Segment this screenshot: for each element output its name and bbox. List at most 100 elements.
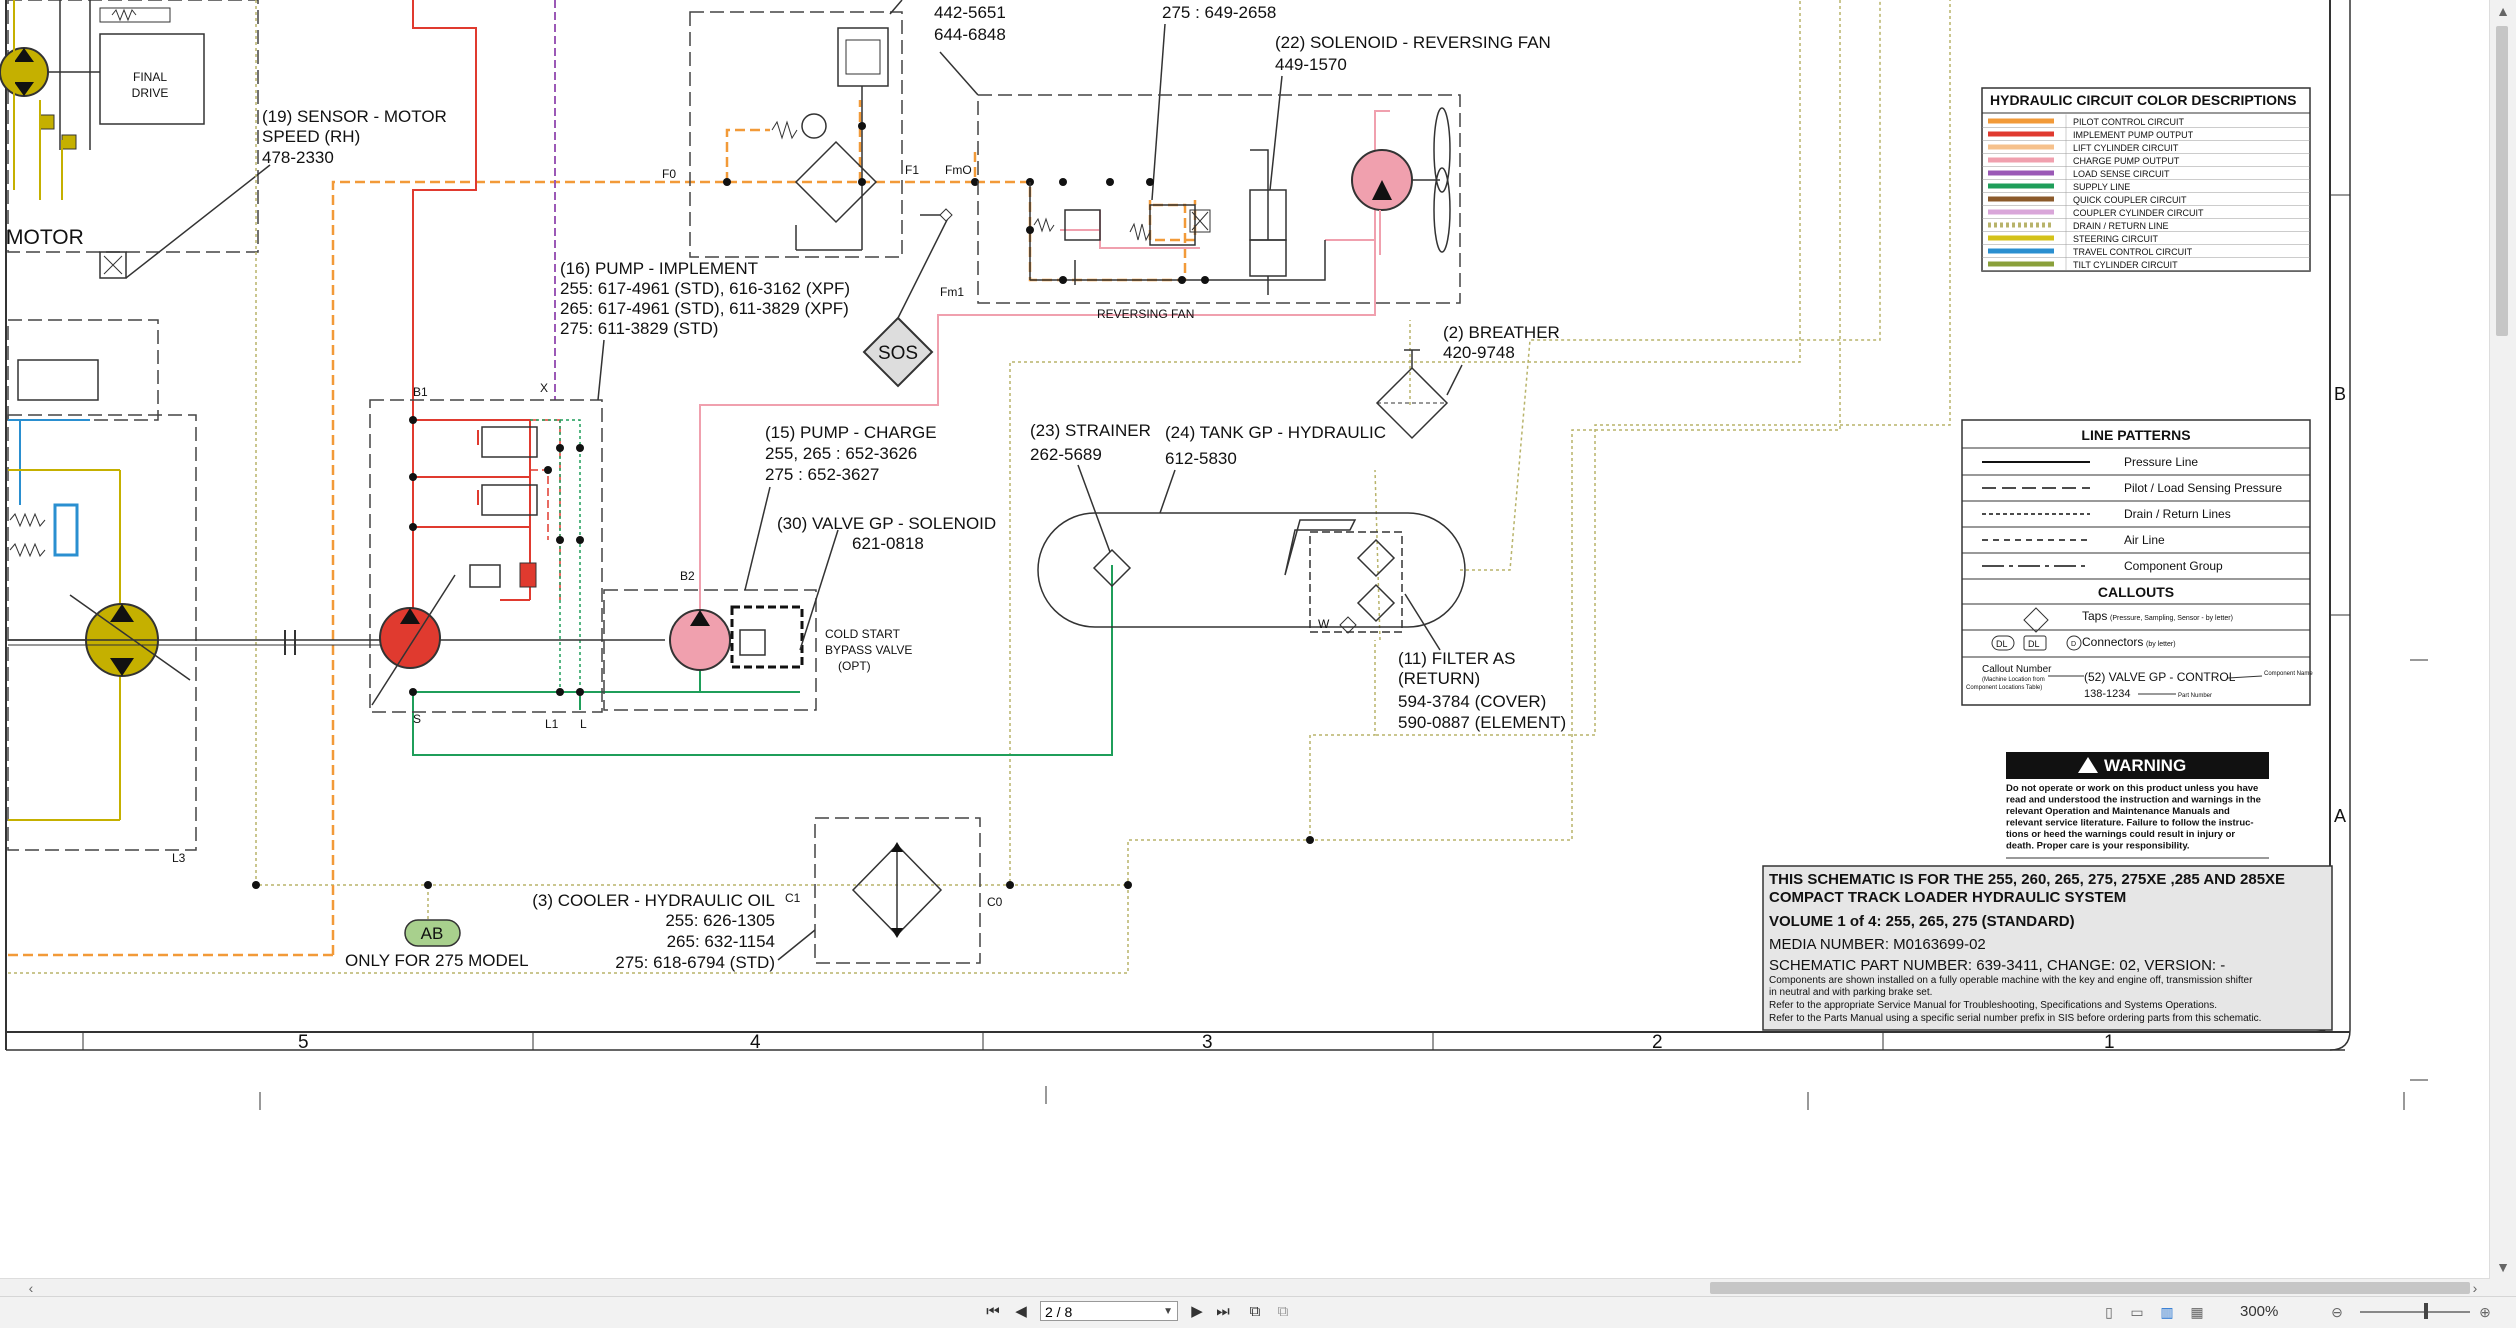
port-x: X: [540, 381, 548, 395]
status-bar: ⏮ ◀ 2 / 8 ▼ ▶ ⏭ ⧉ ⧉ ▯ ▭ ▥ ▦ 300% ⊖ ⊕: [0, 1296, 2516, 1328]
zoom-in-icon[interactable]: ⊕: [2476, 1303, 2494, 1321]
solenoid-fan-name: (22) SOLENOID - REVERSING FAN: [1275, 33, 1551, 52]
zone-5: 5: [298, 1032, 309, 1053]
color-legend-label: PILOT CONTROL CIRCUIT: [2073, 117, 2185, 127]
last-page-icon[interactable]: ⏭: [1212, 1301, 1234, 1323]
line-patterns-legend: LINE PATTERNS Pressure Line Pilot / Load …: [1961, 419, 2313, 706]
filter-sub: (RETURN): [1398, 669, 1480, 688]
zoom-out-icon[interactable]: ⊖: [2328, 1303, 2346, 1321]
port-c0: C0: [987, 895, 1003, 909]
cooler-part-1: 255: 626-1305: [665, 911, 775, 930]
next-page-icon[interactable]: ▶: [1186, 1301, 1208, 1323]
rotate-view-icon[interactable]: ⧉: [1244, 1301, 1266, 1323]
motor-label: MOTOR: [6, 226, 84, 249]
two-page-view-icon[interactable]: ▥: [2158, 1303, 2176, 1321]
document-canvas[interactable]: B A 5 4 3 2 1 FINAL DRIVE MOTOR (19) SEN…: [0, 0, 2490, 1278]
color-legend-label: TILT CYLINDER CIRCUIT: [2073, 260, 2178, 270]
first-page-icon[interactable]: ⏮: [982, 1301, 1004, 1323]
title-note-1: Components are shown installed on a full…: [1769, 975, 2253, 986]
vertical-scroll-thumb[interactable]: [2496, 26, 2508, 336]
callout-example: (52) VALVE GP - CONTROL: [2084, 670, 2236, 684]
taps-label: Taps: [2082, 609, 2107, 623]
scrollbar-corner: [2490, 1278, 2516, 1296]
scroll-right-icon[interactable]: ›: [2464, 1279, 2486, 1297]
final-drive-group: FINAL DRIVE MOTOR: [0, 0, 259, 279]
top-part-3: 275 : 649-2658: [1162, 3, 1276, 22]
reversing-fan-label: REVERSING FAN: [1097, 307, 1194, 321]
top-part-2: 644-6848: [934, 25, 1006, 44]
pump-charge-part-2: 275 : 652-3627: [765, 465, 879, 484]
warning-text-line: Do not operate or work on this product u…: [2006, 783, 2258, 794]
zoom-slider[interactable]: [2360, 1311, 2470, 1313]
port-f0: F0: [662, 167, 676, 181]
valve-solenoid-part: 621-0818: [852, 534, 924, 553]
line-pattern-label: Drain / Return Lines: [2124, 507, 2231, 521]
warning-text-line: read and understood the instruction and …: [2006, 795, 2261, 806]
solenoid-fan-part: 449-1570: [1275, 55, 1347, 74]
pump-impl-part-1: 255: 617-4961 (STD), 616-3162 (XPF): [560, 279, 850, 298]
line-pattern-label: Pressure Line: [2124, 455, 2198, 469]
title-volume: VOLUME 1 of 4: 255, 265, 275 (STANDARD): [1769, 913, 2075, 930]
line-pattern-label: Pilot / Load Sensing Pressure: [2124, 481, 2282, 495]
page-number-value: 2 / 8: [1045, 1304, 1073, 1320]
conn-d: D: [2071, 641, 2076, 648]
warning-text-line: relevant Operation and Maintenance Manua…: [2006, 806, 2230, 817]
line-patterns-title: LINE PATTERNS: [2081, 427, 2190, 443]
cooler-part-2: 265: 632-1154: [667, 932, 775, 951]
previous-page-icon[interactable]: ◀: [1010, 1301, 1032, 1323]
scroll-up-icon[interactable]: ▲: [2490, 0, 2516, 22]
warning-text-line: death. Proper care is your responsibilit…: [2006, 841, 2190, 852]
connectors-label: Connectors: [2082, 635, 2143, 649]
filter-w-mark: W: [1318, 617, 1330, 631]
top-part-1: 442-5651: [934, 3, 1006, 22]
pdf-viewer: B A 5 4 3 2 1 FINAL DRIVE MOTOR (19) SEN…: [0, 0, 2516, 1328]
tank-name: (24) TANK GP - HYDRAULIC: [1165, 423, 1386, 442]
page-dropdown-icon[interactable]: ▼: [1163, 1302, 1173, 1322]
color-legend-label: COUPLER CYLINDER CIRCUIT: [2073, 208, 2204, 218]
color-legend-label: IMPLEMENT PUMP OUTPUT: [2073, 130, 2194, 140]
continuous-view-icon[interactable]: ▭: [2128, 1303, 2146, 1321]
conn-dl-2: DL: [2028, 639, 2040, 649]
cooler-part-3: 275: 618-6794 (STD): [615, 953, 775, 972]
zone-4: 4: [750, 1032, 761, 1053]
two-page-continuous-view-icon[interactable]: ▦: [2188, 1303, 2206, 1321]
scroll-left-icon[interactable]: ‹: [20, 1279, 42, 1297]
title-part: SCHEMATIC PART NUMBER: 639-3411, CHANGE:…: [1769, 957, 2225, 974]
port-b2: B2: [680, 569, 695, 583]
port-b1: B1: [413, 385, 428, 399]
filter-part-1: 594-3784 (COVER): [1398, 692, 1546, 711]
port-c1: C1: [785, 891, 801, 905]
filter-part-2: 590-0887 (ELEMENT): [1398, 713, 1566, 732]
filter-name: (11) FILTER AS: [1398, 649, 1515, 668]
pump-impl-name: (16) PUMP - IMPLEMENT: [560, 259, 758, 278]
title-note-2: in neutral and with parking brake set.: [1769, 987, 1932, 998]
port-l1: L1: [545, 717, 559, 731]
strainer-part: 262-5689: [1030, 445, 1102, 464]
fit-page-icon[interactable]: ⧉: [1272, 1301, 1294, 1323]
final-drive-label-2: DRIVE: [132, 86, 169, 100]
zoom-slider-handle[interactable]: [2424, 1303, 2428, 1319]
vertical-scrollbar[interactable]: ▲ ▼: [2489, 0, 2516, 1278]
title-note-3: Refer to the appropriate Service Manual …: [1769, 1000, 2217, 1011]
color-legend-label: QUICK COUPLER CIRCUIT: [2073, 195, 2187, 205]
scroll-down-icon[interactable]: ▼: [2490, 1256, 2516, 1278]
sensor-sub: SPEED (RH): [262, 127, 360, 146]
conn-dl-1: DL: [1996, 639, 2008, 649]
callouts-title: CALLOUTS: [2098, 584, 2174, 600]
single-page-view-icon[interactable]: ▯: [2100, 1303, 2118, 1321]
horizontal-scrollbar[interactable]: ‹ ›: [0, 1278, 2490, 1297]
horizontal-scroll-thumb[interactable]: [1710, 1282, 2470, 1294]
color-legend-label: TRAVEL CONTROL CIRCUIT: [2073, 247, 2193, 257]
port-s: S: [413, 712, 421, 726]
warning-text-line: tions or heed the warnings could result …: [2006, 829, 2235, 840]
pump-charge-name: (15) PUMP - CHARGE: [765, 423, 937, 442]
zoom-level[interactable]: 300%: [2240, 1303, 2278, 1320]
zone-1: 1: [2104, 1032, 2115, 1053]
port-fmo: FmO: [945, 163, 972, 177]
warning-text-line: relevant service literature. Failure to …: [2006, 818, 2254, 829]
title-media: MEDIA NUMBER: M0163699-02: [1769, 936, 1986, 953]
page-number-field[interactable]: 2 / 8 ▼: [1040, 1301, 1178, 1321]
cold-start-2: BYPASS VALVE: [825, 643, 912, 657]
taps-note: (Pressure, Sampling, Sensor - by letter): [2110, 615, 2233, 622]
color-legend-title: HYDRAULIC CIRCUIT COLOR DESCRIPTIONS: [1990, 92, 2296, 108]
